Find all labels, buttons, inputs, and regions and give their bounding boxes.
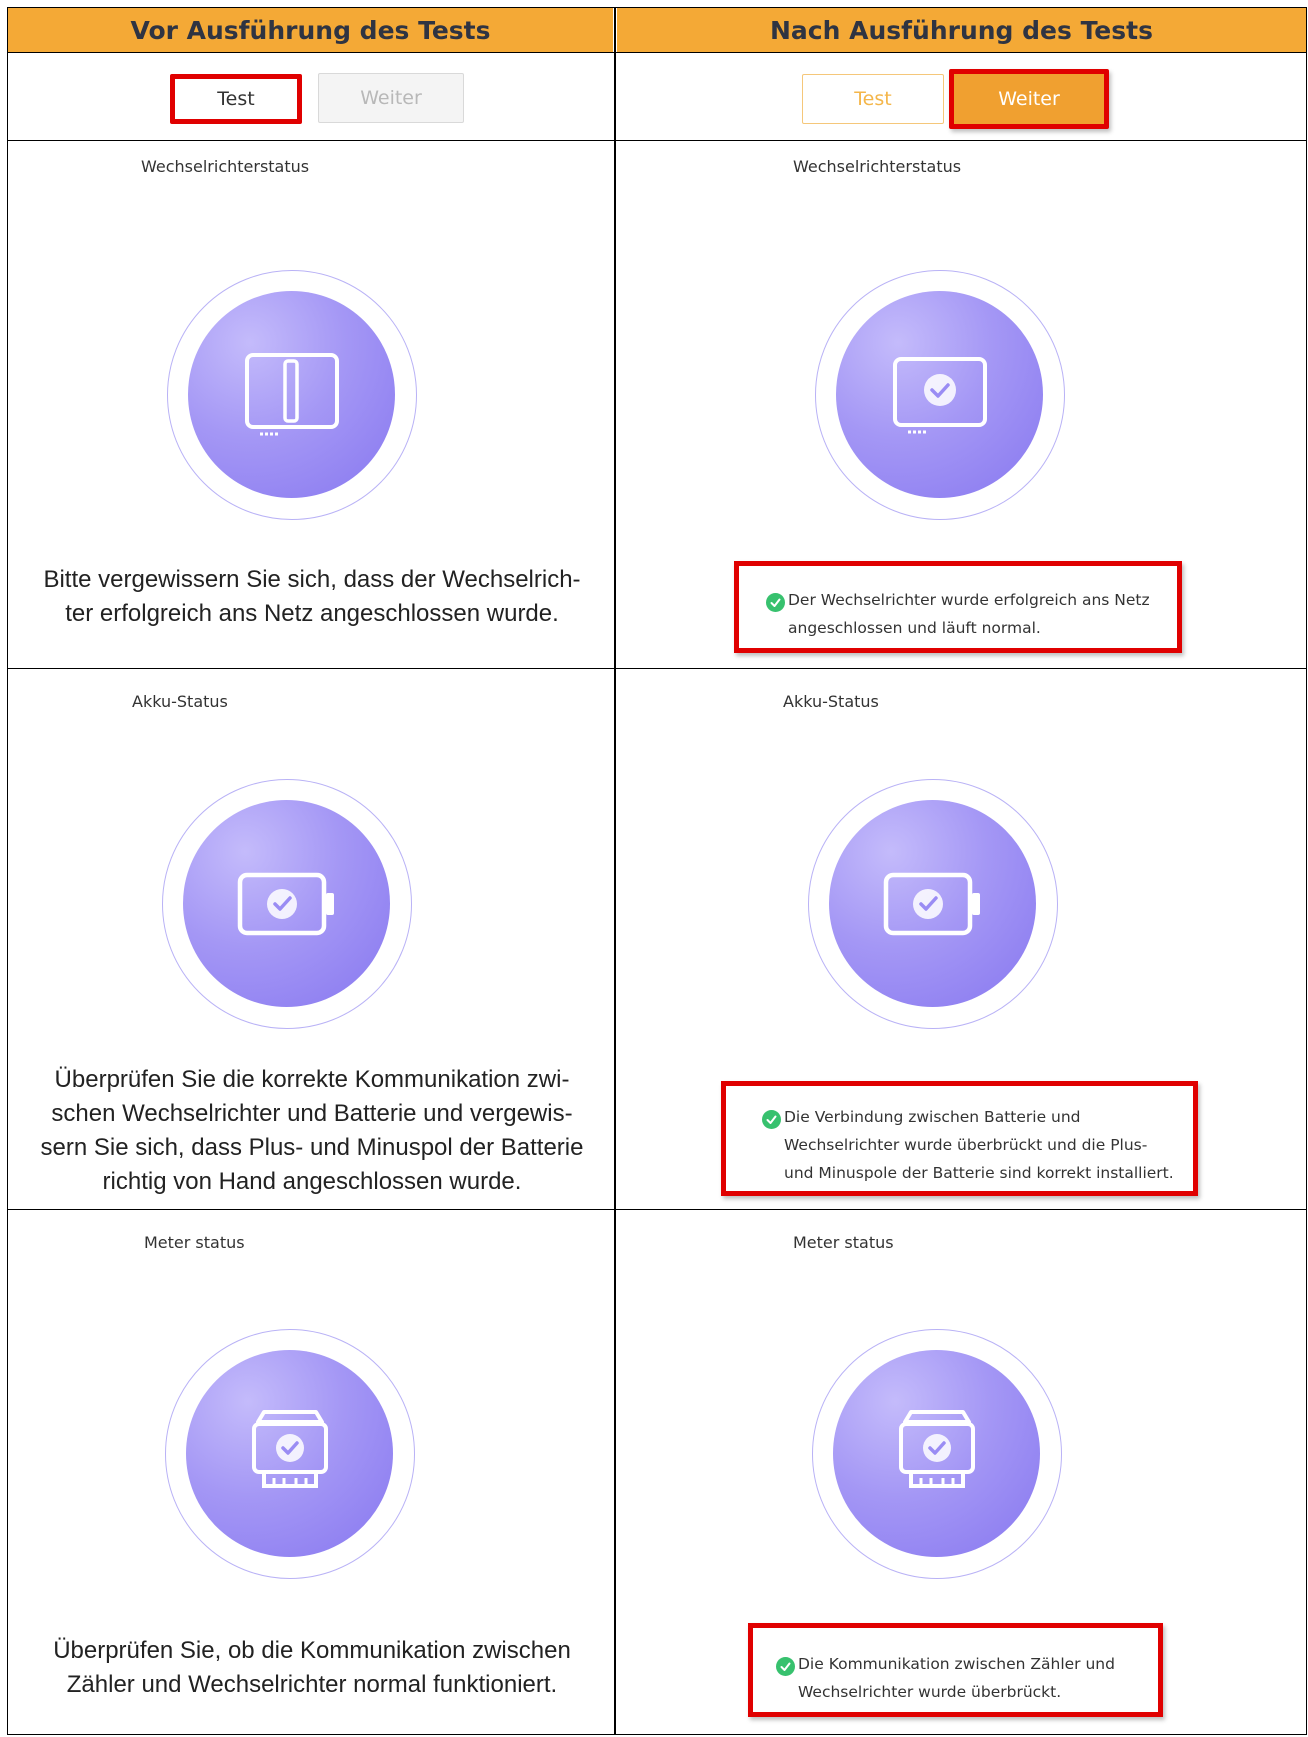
- description-line: ter erfolgreich ans Netz angeschlossen w…: [65, 600, 559, 627]
- battery-ok-icon: [237, 872, 334, 935]
- message-line: und Minuspole der Batterie sind korrekt …: [784, 1164, 1174, 1182]
- test-button-after[interactable]: Test: [802, 74, 944, 124]
- inverter-status-circle-after: [815, 270, 1065, 520]
- section-title-inverter-before: Wechselrichterstatus: [141, 157, 310, 176]
- message-line: Wechselrichter wurde überbrückt und die …: [784, 1136, 1148, 1154]
- meter-ok-icon: [898, 1409, 975, 1488]
- inverter-status-circle-before: [167, 270, 417, 520]
- row-divider-battery: [7, 1209, 1307, 1210]
- header-before-label: Vor Ausführung des Tests: [130, 15, 491, 45]
- test-button-label: Test: [854, 88, 892, 110]
- test-button-before[interactable]: Test: [170, 74, 302, 124]
- row-divider-inverter: [7, 668, 1307, 669]
- battery-status-circle-after: [808, 779, 1058, 1029]
- table-border-right: [1306, 7, 1307, 1735]
- table-border-top: [7, 7, 1307, 8]
- table-border-left: [7, 7, 8, 1735]
- section-title-meter-after: Meter status: [793, 1233, 894, 1252]
- message-line: Die Verbindung zwischen Batterie und: [784, 1108, 1081, 1126]
- description-line: sern Sie sich, dass Plus- und Minuspol d…: [40, 1134, 584, 1161]
- battery-description: Überprüfen Sie die korrekte Kommunikatio…: [17, 1063, 607, 1199]
- battery-success-message: Die Verbindung zwischen Batterie und Wec…: [721, 1081, 1198, 1196]
- message-line: Wechselrichter wurde überbrückt.: [798, 1683, 1062, 1701]
- meter-status-circle-after: [812, 1329, 1062, 1579]
- section-title-battery-after: Akku-Status: [783, 692, 879, 711]
- inverter-ok-icon: [892, 356, 987, 433]
- description-line: Zähler und Wechselrichter normal funktio…: [66, 1671, 558, 1698]
- weiter-button-active[interactable]: Weiter: [949, 69, 1109, 129]
- message-line: Der Wechselrichter wurde erfolgreich ans…: [788, 591, 1150, 609]
- column-divider: [614, 7, 616, 1735]
- inverter-success-message: Der Wechselrichter wurde erfolgreich ans…: [734, 561, 1182, 653]
- inverter-icon: [244, 352, 339, 435]
- description-line: Überprüfen Sie die korrekte Kommunikatio…: [54, 1066, 570, 1093]
- header-after: Nach Ausführung des Tests: [617, 8, 1306, 52]
- inverter-description: Bitte vergewissern Sie sich, dass der We…: [17, 563, 607, 631]
- weiter-button-label: Weiter: [998, 88, 1060, 110]
- description-line: richtig von Hand angeschlossen wurde.: [102, 1168, 522, 1195]
- section-title-meter-before: Meter status: [144, 1233, 245, 1252]
- section-title-battery-before: Akku-Status: [132, 692, 228, 711]
- row-divider-buttons: [7, 140, 1307, 141]
- description-line: Überprüfen Sie, ob die Kommunikation zwi…: [53, 1637, 571, 1664]
- section-title-inverter-after: Wechselrichterstatus: [793, 157, 962, 176]
- success-check-icon: [766, 593, 785, 612]
- header-after-label: Nach Ausführung des Tests: [770, 15, 1153, 45]
- weiter-button-disabled[interactable]: Weiter: [318, 73, 464, 123]
- meter-description: Überprüfen Sie, ob die Kommunikation zwi…: [17, 1634, 607, 1702]
- meter-ok-icon: [251, 1409, 328, 1488]
- description-line: Bitte vergewissern Sie sich, dass der We…: [43, 566, 581, 593]
- row-divider-header: [7, 52, 1307, 53]
- table-border-bottom: [7, 1734, 1307, 1735]
- description-line: schen Wechselrichter und Batterie und ve…: [51, 1100, 573, 1127]
- success-check-icon: [776, 1657, 795, 1676]
- message-line: Die Kommunikation zwischen Zähler und: [798, 1655, 1115, 1673]
- weiter-button-label: Weiter: [360, 87, 422, 109]
- comparison-table: Vor Ausführung des Tests Nach Ausführung…: [7, 7, 1307, 1735]
- battery-status-circle-before: [162, 779, 412, 1029]
- battery-ok-icon: [883, 872, 980, 935]
- success-check-icon: [762, 1110, 781, 1129]
- meter-status-circle-before: [165, 1329, 415, 1579]
- test-button-label: Test: [217, 88, 255, 110]
- message-line: angeschlossen und läuft normal.: [788, 619, 1041, 637]
- meter-success-message: Die Kommunikation zwischen Zähler und We…: [748, 1623, 1163, 1717]
- header-before: Vor Ausführung des Tests: [8, 8, 613, 52]
